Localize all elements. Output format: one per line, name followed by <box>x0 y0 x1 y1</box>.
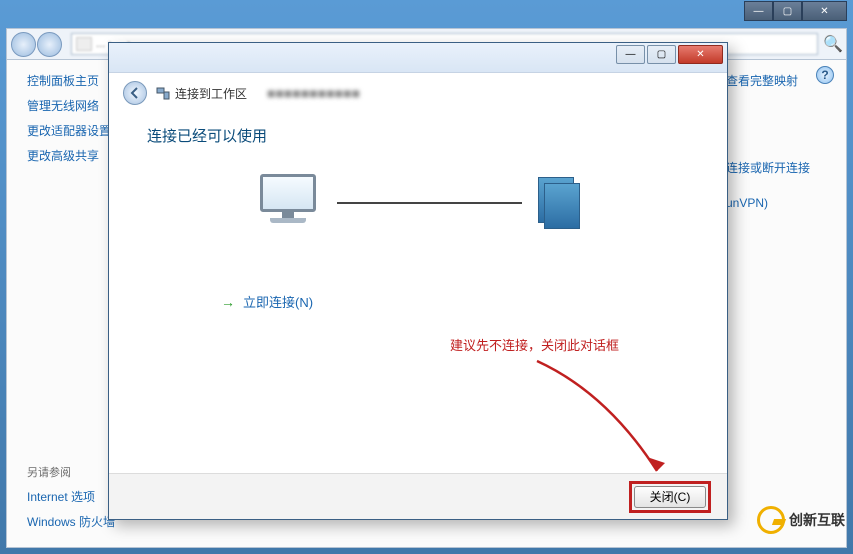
watermark-text: 创新互联 <box>789 510 845 530</box>
parent-maximize-button[interactable]: ▢ <box>773 1 802 21</box>
wizard-dialog: — ▢ ✕ 连接到工作区 ■■■■■■■■■■■ 连接已经可以使用 → 立即连接… <box>108 42 728 520</box>
network-connect-icon <box>155 85 171 101</box>
computer-icon <box>255 174 321 232</box>
watermark-logo-icon <box>757 506 785 534</box>
close-button-highlight: 关闭(C) <box>629 481 711 513</box>
close-button[interactable]: 关闭(C) <box>634 486 706 508</box>
wizard-minimize-button[interactable]: — <box>616 45 645 64</box>
sidebar-item-sharing[interactable]: 更改高级共享 <box>27 147 117 164</box>
wizard-titlebar: — ▢ ✕ <box>109 43 727 73</box>
link-view-full-map[interactable]: 查看完整映射 <box>726 72 816 89</box>
parent-close-button[interactable]: ✕ <box>802 1 847 21</box>
wizard-maximize-button[interactable]: ▢ <box>647 45 676 64</box>
wizard-footer: 关闭(C) <box>109 473 727 519</box>
wizard-close-button[interactable]: ✕ <box>678 45 723 64</box>
arrow-right-icon: → <box>221 294 235 310</box>
wizard-back-button[interactable] <box>123 81 147 105</box>
see-also-internet-options[interactable]: Internet 选项 <box>27 488 117 505</box>
parent-window-controls: — ▢ ✕ <box>744 1 847 21</box>
nav-forward-button[interactable] <box>37 32 62 57</box>
sidebar: 控制面板主页 管理无线网络 更改适配器设置 更改高级共享 另请参阅 Intern… <box>27 72 117 538</box>
sidebar-heading: 控制面板主页 <box>27 72 117 89</box>
search-icon[interactable]: 🔍 <box>824 35 842 53</box>
see-also-firewall[interactable]: Windows 防火墙 <box>27 513 117 530</box>
help-icon[interactable]: ? <box>816 66 834 84</box>
wizard-header: 连接到工作区 ■■■■■■■■■■■ <box>109 73 727 113</box>
wizard-title: 连接到工作区 <box>175 85 247 102</box>
sidebar-item-wireless[interactable]: 管理无线网络 <box>27 97 117 114</box>
arrow-left-icon <box>129 87 141 99</box>
connection-graphic <box>147 174 689 232</box>
parent-minimize-button[interactable]: — <box>744 1 773 21</box>
nav-back-button[interactable] <box>11 32 36 57</box>
server-icon <box>538 177 582 229</box>
sidebar-item-adapter[interactable]: 更改适配器设置 <box>27 122 117 139</box>
connect-now-label: 立即连接(N) <box>243 292 313 311</box>
wizard-subtitle-blurred: ■■■■■■■■■■■ <box>267 85 360 101</box>
link-connect-disconnect[interactable]: 连接或断开连接 <box>726 159 816 176</box>
annotation-text: 建议先不连接，关闭此对话框 <box>450 335 619 354</box>
link-unvpn[interactable]: unVPN) <box>726 196 816 210</box>
right-links: 查看完整映射 连接或断开连接 unVPN) <box>726 72 816 220</box>
wizard-body: 连接已经可以使用 → 立即连接(N) <box>109 113 727 311</box>
wizard-message: 连接已经可以使用 <box>147 125 689 146</box>
watermark: 创新互联 <box>757 506 845 534</box>
see-also-label: 另请参阅 <box>27 464 117 480</box>
connection-line-icon <box>337 202 522 204</box>
connect-now-link[interactable]: → 立即连接(N) <box>221 292 689 311</box>
address-icon <box>76 37 92 51</box>
